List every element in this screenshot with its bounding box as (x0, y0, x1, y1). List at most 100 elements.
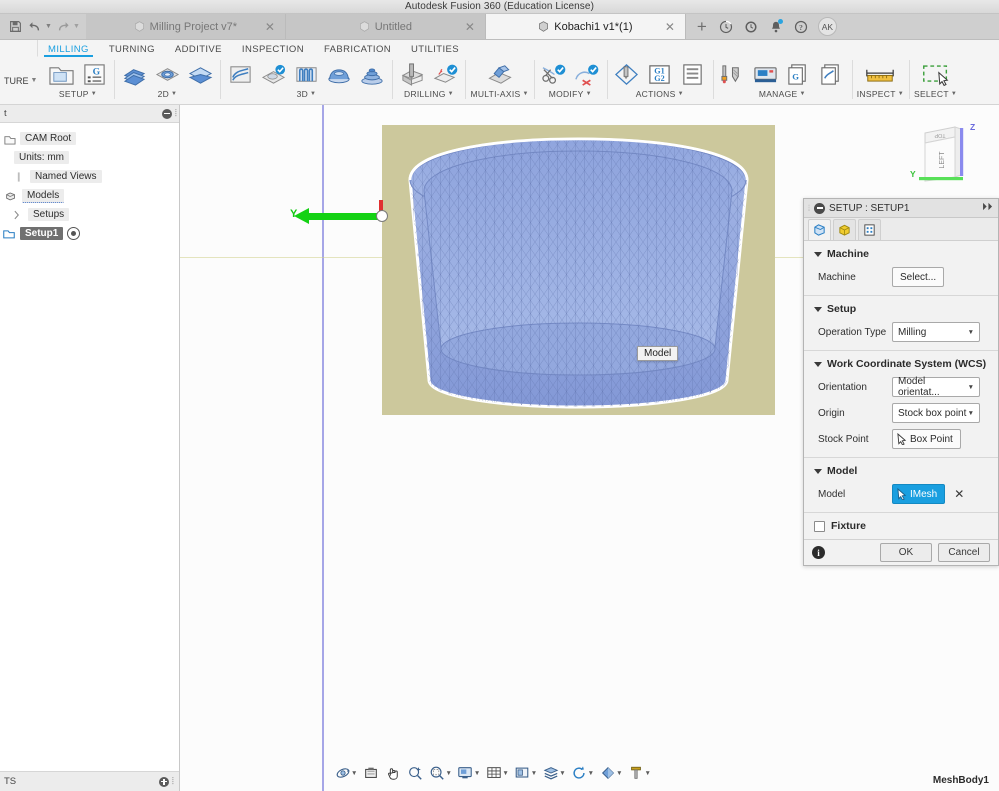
notifications-icon[interactable] (766, 16, 787, 37)
avatar[interactable]: AK (817, 17, 837, 36)
zoom-icon[interactable] (404, 763, 425, 783)
appearance-icon[interactable]: ▼ (597, 763, 624, 783)
tree-item-cam-root[interactable]: CAM Root (0, 129, 179, 148)
setup-sheet-icon[interactable] (678, 59, 708, 89)
spiral-icon[interactable] (357, 59, 387, 89)
ribbon-tab-fabrication[interactable]: FABRICATION (314, 44, 401, 57)
simulate-icon[interactable] (612, 59, 642, 89)
machine-select-button[interactable]: Select... (892, 267, 945, 287)
stock-point-select-button[interactable]: Box Point (892, 429, 961, 449)
wcs-origin-marker[interactable] (376, 210, 388, 222)
tool-library-icon[interactable] (718, 59, 748, 89)
pocket2d-icon[interactable] (185, 59, 215, 89)
bore-icon[interactable] (430, 59, 460, 89)
recent-icon[interactable] (741, 16, 762, 37)
help-icon[interactable]: ? (791, 16, 812, 37)
visibility-icon[interactable] (67, 227, 81, 240)
panel-grip[interactable]: ⦙ (172, 776, 174, 787)
job-status-icon[interactable] (716, 16, 737, 37)
ribbon-group-modify-label[interactable]: MODIFY ▼ (549, 89, 592, 99)
close-icon[interactable]: ✕ (265, 21, 275, 33)
orientation-dropdown[interactable]: Model orientat... ▼ (892, 376, 980, 398)
ribbon-group-3d-label[interactable]: 3D ▼ (297, 89, 317, 99)
model-select-button[interactable]: IMesh (892, 484, 946, 504)
post-process-icon[interactable]: G1 G2 (645, 59, 675, 89)
parallel-icon[interactable] (291, 59, 321, 89)
document-tab-0[interactable]: Milling Project v7* ✕ (85, 14, 286, 39)
ok-button[interactable]: OK (880, 543, 932, 562)
save-icon[interactable] (6, 18, 24, 36)
expand-arrow-icon[interactable] (10, 208, 24, 221)
ribbon-tab-milling[interactable]: MILLING (38, 44, 99, 57)
tree-item-models[interactable]: Models (0, 186, 179, 205)
origin-dropdown[interactable]: Stock box point ▼ (892, 403, 980, 423)
panel-grip[interactable]: ⦙ (175, 108, 177, 119)
undo-caret-icon[interactable]: ▼ (45, 23, 52, 30)
ribbon-tab-inspection[interactable]: INSPECTION (232, 44, 314, 57)
ribbon-group-multi-axis-label[interactable]: MULTI-AXIS ▼ (470, 89, 528, 99)
ribbon-tab-additive[interactable]: ADDITIVE (165, 44, 232, 57)
workspace-selector[interactable]: TURE ▼ (0, 57, 41, 104)
tab-post-process[interactable] (858, 219, 881, 240)
new-tab-button[interactable]: + (692, 17, 712, 37)
section-machine[interactable]: Machine (804, 241, 998, 264)
minimize-icon[interactable] (814, 202, 826, 214)
select-window-icon[interactable] (919, 59, 953, 89)
close-icon[interactable]: ✕ (665, 21, 675, 33)
ribbon-group-setup-label[interactable]: SETUP ▼ (59, 89, 97, 99)
tree-item-named-views[interactable]: Named Views (0, 167, 179, 186)
redo-caret-icon[interactable]: ▼ (73, 23, 80, 30)
ribbon-group-manage-label[interactable]: MANAGE ▼ (759, 89, 806, 99)
setup-from-part-icon[interactable]: G (79, 59, 109, 89)
trim-toolpath-icon[interactable] (539, 59, 569, 89)
tab-stock[interactable] (833, 219, 856, 240)
template-library-icon[interactable] (817, 59, 847, 89)
pocket3d-icon[interactable] (258, 59, 288, 89)
fixture-checkbox[interactable] (814, 520, 825, 532)
expand-icon[interactable] (158, 776, 169, 787)
cancel-button[interactable]: Cancel (938, 543, 990, 562)
redo-icon[interactable] (54, 18, 72, 36)
drill-icon[interactable] (397, 59, 427, 89)
ribbon-group-2d-label[interactable]: 2D ▼ (158, 89, 178, 99)
face-icon[interactable] (119, 59, 149, 89)
info-icon[interactable]: i (812, 546, 825, 559)
expand-right-icon[interactable] (982, 202, 994, 214)
machine-library-icon[interactable] (751, 59, 781, 89)
section-model[interactable]: Model (804, 458, 998, 481)
ribbon-tab-utilities[interactable]: UTILITIES (401, 44, 469, 57)
ribbon-group-drilling-label[interactable]: DRILLING ▼ (404, 89, 454, 99)
section-setup[interactable]: Setup (804, 296, 998, 319)
section-fixture[interactable]: Fixture (804, 513, 998, 536)
display-settings-icon[interactable]: ▼ (455, 763, 482, 783)
tree-item-units[interactable]: Units: mm (0, 148, 179, 167)
ribbon-group-inspect-label[interactable]: INSPECT ▼ (857, 89, 904, 99)
document-tab-2[interactable]: Kobachi1 v1*(1) ✕ (485, 14, 686, 39)
view-cube[interactable]: TOP LEFT Z Y (903, 115, 991, 195)
tab-setup[interactable] (808, 219, 831, 240)
collapse-icon[interactable] (161, 108, 172, 119)
post-library-icon[interactable]: G (784, 59, 814, 89)
ribbon-group-actions-label[interactable]: ACTIONS ▼ (636, 89, 684, 99)
measure-icon[interactable] (863, 59, 897, 89)
section-wcs[interactable]: Work Coordinate System (WCS) (804, 351, 998, 374)
pan-icon[interactable] (382, 763, 403, 783)
operation-type-dropdown[interactable]: Milling ▼ (892, 322, 980, 342)
close-icon[interactable]: ✕ (465, 21, 475, 33)
refresh-icon[interactable]: ▼ (569, 763, 596, 783)
document-tab-1[interactable]: Untitled ✕ (285, 14, 486, 39)
grid-snaps-icon[interactable]: ▼ (483, 763, 510, 783)
undo-icon[interactable] (26, 18, 44, 36)
adaptive2d-icon[interactable] (152, 59, 182, 89)
ribbon-group-select-label[interactable]: SELECT ▼ (914, 89, 957, 99)
mesh-model[interactable] (382, 125, 775, 415)
orbit-icon[interactable]: ▼ (332, 763, 359, 783)
new-setup-icon[interactable] (46, 59, 76, 89)
delete-toolpath-icon[interactable] (572, 59, 602, 89)
clear-selection-icon[interactable]: ✕ (954, 487, 964, 501)
tree-item-setup1[interactable]: Setup1 (0, 224, 179, 243)
look-at-icon[interactable] (360, 763, 381, 783)
visual-style-icon[interactable]: ▼ (540, 763, 567, 783)
ribbon-tab-turning[interactable]: TURNING (99, 44, 165, 57)
zoom-window-icon[interactable]: ▼ (426, 763, 453, 783)
